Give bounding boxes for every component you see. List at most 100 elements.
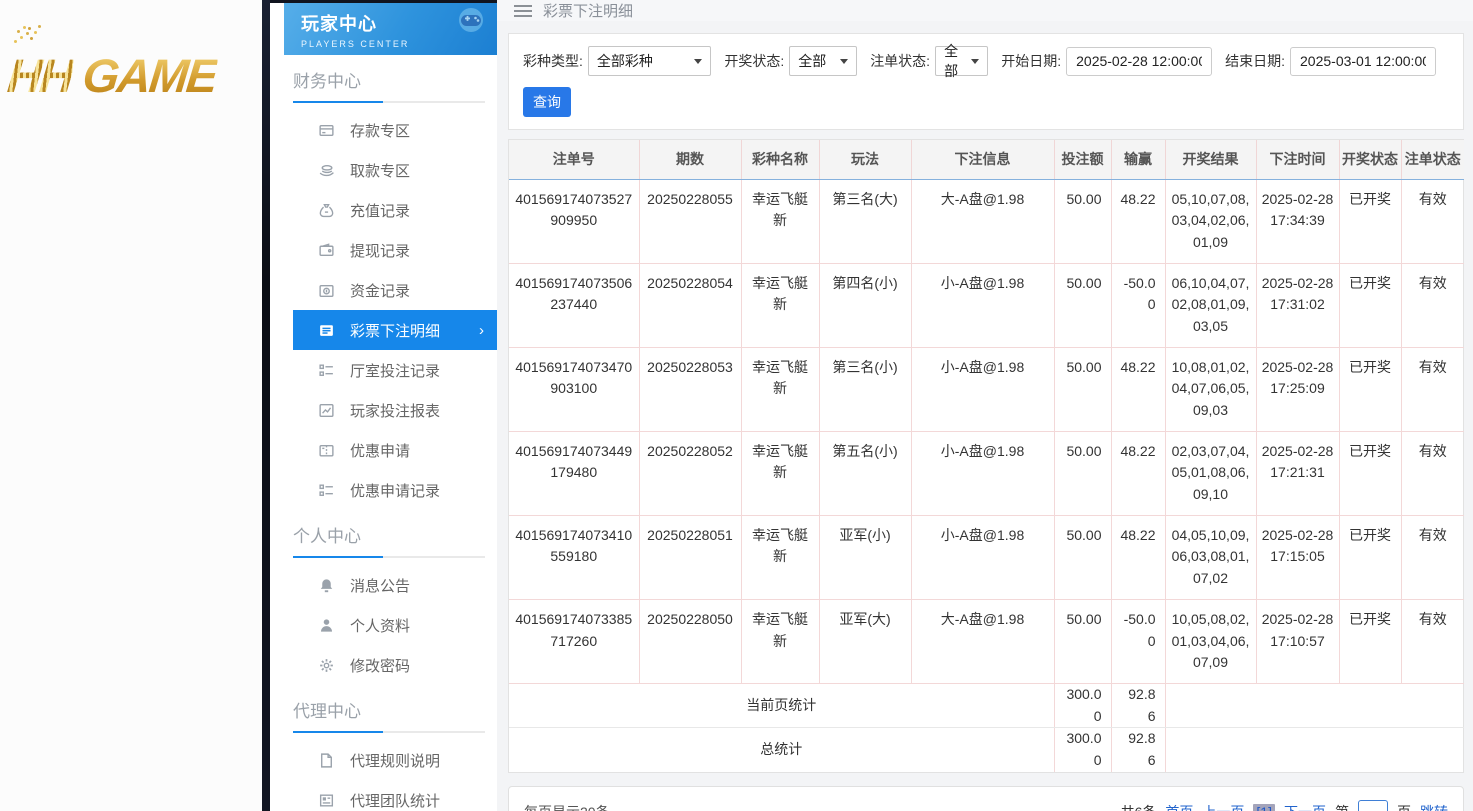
chevron-right-icon: › [479,321,484,339]
start-date-input[interactable] [1066,46,1213,76]
cell-bet-amount: 50.00 [1053,599,1111,684]
page-number-input[interactable] [1358,800,1388,811]
gamepad-icon [445,7,487,42]
page-stats-bet-total: 300.00 [1053,682,1111,729]
hh-game-logo[interactable]: HH GAME [5,48,219,103]
cell-win-loss: 48.22 [1110,179,1165,264]
prev-page-link[interactable]: 上一页 [1202,802,1244,811]
sidebar-item-deposit-zone[interactable]: 存款专区 [270,110,497,150]
gear-icon [318,657,335,674]
col-header: 注单状态 [1400,140,1464,180]
col-header: 下注信息 [910,140,1054,180]
section-title-personal: 个人中心 [293,527,361,546]
cell-draw-result: 04,05,10,09,06,03,08,01,07,02 [1164,515,1256,600]
sidebar-item-funds-records[interactable]: 资金记录 [270,270,497,310]
col-header: 注单号 [509,140,639,180]
sidebar-item-label: 修改密码 [350,657,411,675]
cell-bet-info: 大-A盘@1.98 [910,599,1054,684]
pagination-bar: 每页显示20条 共6条 首页 上一页 [1] 下一页 第 页 跳转 [508,785,1464,811]
cell-play: 第四名(小) [818,263,911,348]
cell-draw-result: 10,05,08,02,01,03,04,06,07,09 [1164,599,1256,684]
section-underline [293,731,485,733]
jump-suffix-text: 页 [1397,802,1411,811]
table-row: 401569174073449179480 20250228052 幸运飞艇新 … [509,431,1464,516]
sidebar-item-promo-apply-records[interactable]: 优惠申请记录 [270,470,497,510]
draw-status-label: 开奖状态: [724,53,785,69]
col-header: 彩种名称 [740,140,819,180]
cell-bet-time: 2025-02-28 17:31:02 [1255,263,1339,348]
cell-order-status: 有效 [1400,263,1464,348]
grand-stats-empty [1164,727,1464,772]
sidebar-item-label: 消息公告 [350,577,411,595]
col-header: 开奖状态 [1338,140,1401,180]
cell-win-loss: -50.00 [1110,599,1165,684]
sidebar-item-label: 代理团队统计 [350,792,441,810]
order-status-select[interactable]: 全部 [935,43,989,79]
cell-order-no: 401569174073385717260 [509,599,639,684]
bet-table-panel: 注单号 期数 彩种名称 玩法 下注信息 投注额 输赢 开奖结果 下注时间 开奖状… [508,139,1464,773]
lottery-type-select[interactable]: 全部彩种 [587,46,712,76]
current-page-indicator[interactable]: [1] [1253,803,1275,811]
end-date-input[interactable] [1290,46,1437,76]
table-row: 401569174073385717260 20250228050 幸运飞艇新 … [509,599,1464,684]
col-header: 投注额 [1053,140,1111,180]
first-page-link[interactable]: 首页 [1165,802,1193,811]
next-page-link[interactable]: 下一页 [1284,802,1326,811]
cell-order-no: 401569174073470903100 [509,347,639,432]
cell-play: 第五名(小) [818,431,911,516]
draw-status-select[interactable]: 全部 [789,46,858,76]
wallet-icon [318,242,335,259]
page-stats-empty [1164,682,1464,729]
sidebar-item-label: 优惠申请 [350,442,411,460]
sidebar-item-withdraw-zone[interactable]: 取款专区 [270,150,497,190]
sidebar-item-withdrawal-records[interactable]: 提现记录 [270,230,497,270]
sidebar-item-hall-bet-records[interactable]: 厅室投注记录 [270,350,497,390]
cell-bet-time: 2025-02-28 17:25:09 [1255,347,1339,432]
jump-button[interactable]: 跳转 [1420,802,1448,811]
logo-sparkle-decoration [14,40,17,43]
chevron-down-icon [971,58,980,64]
sidebar-item-player-bet-report[interactable]: 玩家投注报表 [270,390,497,430]
grand-stats-bet-total: 300.00 [1053,727,1111,772]
sidebar-item-change-password[interactable]: 修改密码 [270,645,497,685]
cell-win-loss: 48.22 [1110,515,1165,600]
deposit-card-icon [318,122,335,139]
bet-table: 注单号 期数 彩种名称 玩法 下注信息 投注额 输赢 开奖结果 下注时间 开奖状… [509,140,1464,772]
table-row: 401569174073506237440 20250228054 幸运飞艇新 … [509,263,1464,348]
sidebar-item-announcements[interactable]: 消息公告 [270,565,497,605]
section-title-finance: 财务中心 [293,72,361,91]
cell-bet-info: 大-A盘@1.98 [910,179,1054,264]
cell-lottery-name: 幸运飞艇新 [740,263,819,348]
search-button[interactable]: 查询 [523,87,571,117]
cell-period: 20250228055 [638,179,741,264]
sidebar-item-agent-team-stats[interactable]: 代理团队统计 [270,780,497,811]
cell-win-loss: -50.00 [1110,263,1165,348]
sidebar-item-profile[interactable]: 个人资料 [270,605,497,645]
cell-order-status: 有效 [1400,599,1464,684]
cell-period: 20250228051 [638,515,741,600]
cell-period: 20250228052 [638,431,741,516]
col-header: 输赢 [1110,140,1165,180]
topbar: 彩票下注明细 [497,0,1473,21]
cell-lottery-name: 幸运飞艇新 [740,515,819,600]
cell-period: 20250228050 [638,599,741,684]
grand-stats-label: 总统计 [509,727,1054,772]
cell-bet-time: 2025-02-28 17:34:39 [1255,179,1339,264]
total-count-text: 共6条 [1121,802,1157,811]
sidebar-item-agent-rules[interactable]: 代理规则说明 [270,740,497,780]
sidebar-item-promo-apply[interactable]: 优惠申请 [270,430,497,470]
sidebar-item-label: 优惠申请记录 [350,482,441,500]
cell-play: 第三名(小) [818,347,911,432]
cell-order-no: 401569174073410559180 [509,515,639,600]
sidebar-item-lottery-bet-detail[interactable]: 彩票下注明细 › [293,310,497,350]
col-header: 开奖结果 [1164,140,1256,180]
sidebar-item-label: 玩家投注报表 [350,402,441,420]
table-row: 401569174073527909950 20250228055 幸运飞艇新 … [509,179,1464,264]
table-header-row: 注单号 期数 彩种名称 玩法 下注信息 投注额 输赢 开奖结果 下注时间 开奖状… [509,140,1464,180]
sidebar-item-recharge-records[interactable]: 充值记录 [270,190,497,230]
content: 彩种类型: 全部彩种 开奖状态: 全部 注单状态: 全部 开始日期: 2025-… [497,21,1473,811]
grand-stats-win-total: 92.86 [1110,727,1165,772]
cell-order-status: 有效 [1400,515,1464,600]
hamburger-menu-icon[interactable] [514,4,532,17]
sidebar-item-label: 取款专区 [350,162,411,180]
